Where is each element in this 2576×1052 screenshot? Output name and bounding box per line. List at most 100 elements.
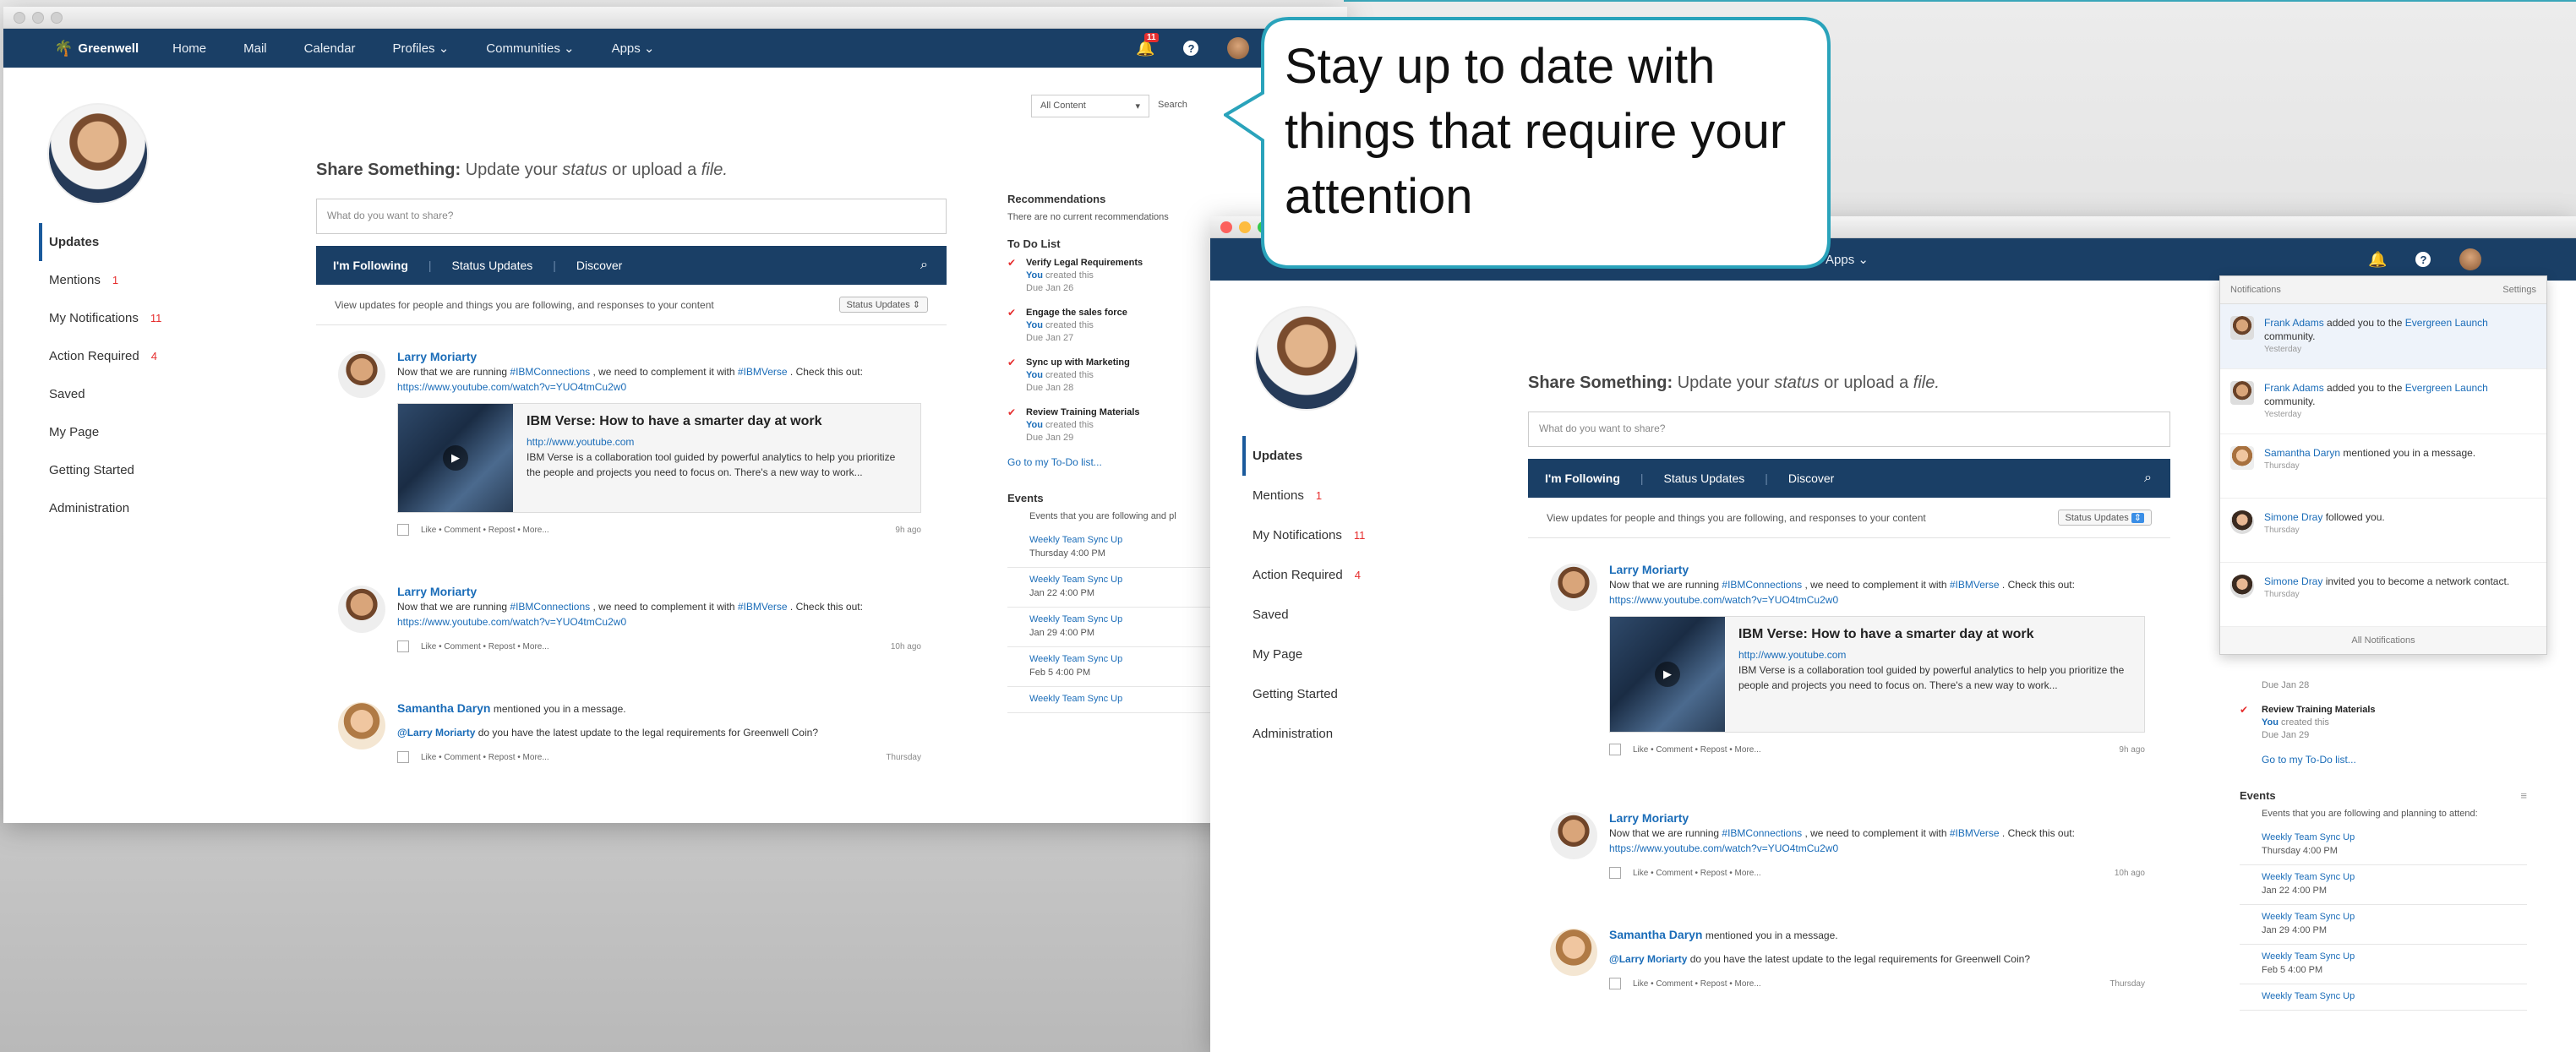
post-author[interactable]: Larry Moriarty — [397, 349, 921, 364]
sidebar-item-my-notifications[interactable]: My Notifications 11 — [1253, 515, 1365, 555]
checkbox[interactable] — [1609, 744, 1621, 756]
post-actions: Like • Comment • Repost • More... 9h ago — [1609, 743, 2145, 758]
close-dot[interactable] — [14, 11, 25, 24]
sidebar-item-action-required[interactable]: Action Required 4 — [49, 337, 161, 375]
sidebar-item-saved[interactable]: Saved — [1253, 595, 1365, 635]
video-thumbnail[interactable]: ▶ — [398, 404, 513, 512]
zoom-dot[interactable] — [51, 11, 63, 24]
profile-photo[interactable] — [47, 103, 149, 204]
search-scope-dropdown[interactable]: All Content ▾ — [1031, 95, 1149, 117]
tab-im-following[interactable]: I'm Following — [333, 259, 408, 272]
todo-item[interactable]: Due Jan 28 — [2240, 679, 2527, 692]
event-item[interactable]: Weekly Team Sync Up Jan 22 4:00 PM — [2240, 865, 2527, 905]
avatar[interactable] — [1550, 564, 1597, 611]
sidebar-item-getting-started[interactable]: Getting Started — [49, 451, 161, 489]
list-icon[interactable]: ≡ — [2520, 789, 2527, 802]
share-input[interactable]: What do you want to share? — [1528, 412, 2170, 447]
todo-link[interactable]: Go to my To-Do list... — [2240, 754, 2527, 766]
hashtag-link[interactable]: #IBMVerse — [738, 366, 788, 378]
event-item[interactable]: Weekly Team Sync Up Jan 29 4:00 PM — [1007, 608, 1227, 647]
share-input[interactable]: What do you want to share? — [316, 199, 947, 234]
todo-item[interactable]: ✔ Verify Legal Requirements You created th… — [1007, 257, 1227, 295]
notification-badge: 11 — [1144, 32, 1159, 42]
event-item[interactable]: Weekly Team Sync Up — [1007, 687, 1227, 713]
settings-link[interactable]: Settings — [2502, 285, 2536, 295]
checkbox[interactable] — [397, 640, 409, 653]
event-item[interactable]: Weekly Team Sync Up Thursday 4:00 PM — [2240, 826, 2527, 865]
avatar[interactable] — [338, 702, 385, 749]
sidebar-item-mentions[interactable]: Mentions 1 — [1253, 476, 1365, 515]
nav-apps[interactable]: Apps ⌄ — [612, 41, 655, 56]
notification-item[interactable]: Simone Dray invited you to become a netw… — [2220, 563, 2546, 627]
notification-item[interactable]: Frank Adams added you to the Evergreen L… — [2220, 369, 2546, 434]
logo[interactable]: 🌴 Greenwell — [54, 40, 139, 57]
sidebar-item-my-page[interactable]: My Page — [49, 413, 161, 451]
left-panel: Updates Mentions 1 My Notifications 11 Act… — [1210, 281, 1489, 1052]
sidebar-item-my-page[interactable]: My Page — [1253, 635, 1365, 674]
status-filter-dropdown[interactable]: Status Updates ⇕ — [2057, 510, 2152, 526]
all-notifications-link[interactable]: All Notifications — [2220, 627, 2546, 654]
event-item[interactable]: Weekly Team Sync Up Feb 5 4:00 PM — [1007, 647, 1227, 687]
hashtag-link[interactable]: #IBMConnections — [510, 366, 590, 378]
todo-item[interactable]: ✔ Sync up with Marketing You created this D… — [1007, 357, 1227, 395]
nav-communities[interactable]: Communities ⌄ — [486, 41, 574, 56]
bell-icon[interactable]: 🔔 11 — [1136, 32, 1159, 57]
sidebar-item-getting-started[interactable]: Getting Started — [1253, 674, 1365, 714]
sidebar-item-administration[interactable]: Administration — [49, 489, 161, 527]
notification-item[interactable]: Samantha Daryn mentioned you in a messag… — [2220, 434, 2546, 499]
avatar[interactable] — [1550, 929, 1597, 976]
sidebar-item-action-required[interactable]: Action Required 4 — [1253, 555, 1365, 595]
minimize-dot[interactable] — [32, 11, 44, 24]
checkbox[interactable] — [1609, 867, 1621, 880]
nav-calendar[interactable]: Calendar — [304, 41, 356, 56]
search-icon[interactable]: ⌕ — [2144, 471, 2152, 486]
todo-link[interactable]: Go to my To-Do list... — [1007, 456, 1227, 468]
search-input[interactable]: Search — [1158, 95, 1187, 117]
avatar[interactable] — [338, 586, 385, 633]
event-item[interactable]: Weekly Team Sync Up Jan 22 4:00 PM — [1007, 568, 1227, 608]
checkbox[interactable] — [1609, 978, 1621, 990]
tab-im-following[interactable]: I'm Following — [1545, 471, 1620, 485]
avatar[interactable] — [2459, 248, 2482, 270]
tab-status-updates[interactable]: Status Updates — [1664, 471, 1745, 485]
notification-item[interactable]: Frank Adams added you to the Evergreen L… — [2220, 304, 2546, 369]
search-icon[interactable]: ⌕ — [920, 258, 928, 273]
todo-item[interactable]: ✔ Review Training Materials You created th… — [1007, 406, 1227, 444]
video-embed[interactable]: ▶ IBM Verse: How to have a smarter day a… — [397, 403, 921, 513]
help-icon[interactable]: ? — [1183, 41, 1199, 56]
status-filter-dropdown[interactable]: Status Updates ⇕ — [838, 297, 928, 313]
event-item[interactable]: Weekly Team Sync Up — [2240, 984, 2527, 1011]
avatar[interactable] — [1550, 812, 1597, 859]
sidebar-item-my-notifications[interactable]: My Notifications 11 — [49, 299, 161, 337]
sidebar-item-saved[interactable]: Saved — [49, 375, 161, 413]
event-item[interactable]: Weekly Team Sync Up Thursday 4:00 PM — [1007, 528, 1227, 568]
nav-profiles[interactable]: Profiles ⌄ — [393, 41, 450, 56]
notification-item[interactable]: Simone Dray followed you. Thursday — [2220, 499, 2546, 563]
browser-window-back: 🌴 Greenwell Home Mail Calendar Profiles ⌄… — [3, 7, 1347, 823]
tab-discover[interactable]: Discover — [576, 259, 622, 272]
profile-photo[interactable] — [1254, 306, 1359, 411]
nav-home[interactable]: Home — [172, 41, 206, 56]
sidebar-item-mentions[interactable]: Mentions 1 — [49, 261, 161, 299]
bell-icon[interactable]: 🔔 — [2368, 251, 2387, 269]
checkbox[interactable] — [397, 751, 409, 764]
event-item[interactable]: Weekly Team Sync Up Jan 29 4:00 PM — [2240, 905, 2527, 945]
video-thumbnail[interactable]: ▶ — [1610, 617, 1725, 732]
avatar[interactable] — [338, 351, 385, 398]
todo-item[interactable]: ✔ Review Training Materials You created th… — [2240, 704, 2527, 742]
play-icon[interactable]: ▶ — [443, 445, 468, 471]
sidebar-item-updates[interactable]: Updates — [1242, 436, 1365, 476]
sidebar-item-updates[interactable]: Updates — [39, 223, 161, 261]
avatar — [2230, 381, 2254, 405]
video-embed[interactable]: ▶ IBM Verse: How to have a smarter day a… — [1609, 616, 2145, 733]
tab-discover[interactable]: Discover — [1788, 471, 1834, 485]
todo-item[interactable]: ✔ Engage the sales force You created this D… — [1007, 307, 1227, 345]
sidebar-item-administration[interactable]: Administration — [1253, 714, 1365, 754]
help-icon[interactable]: ? — [2415, 252, 2431, 267]
checkbox[interactable] — [397, 524, 409, 537]
play-icon[interactable]: ▶ — [1655, 662, 1680, 687]
nav-mail[interactable]: Mail — [243, 41, 267, 56]
event-item[interactable]: Weekly Team Sync Up Feb 5 4:00 PM — [2240, 945, 2527, 984]
url-link[interactable]: https://www.youtube.com/watch?v=YUO4tmCu… — [397, 381, 626, 393]
tab-status-updates[interactable]: Status Updates — [452, 259, 533, 272]
